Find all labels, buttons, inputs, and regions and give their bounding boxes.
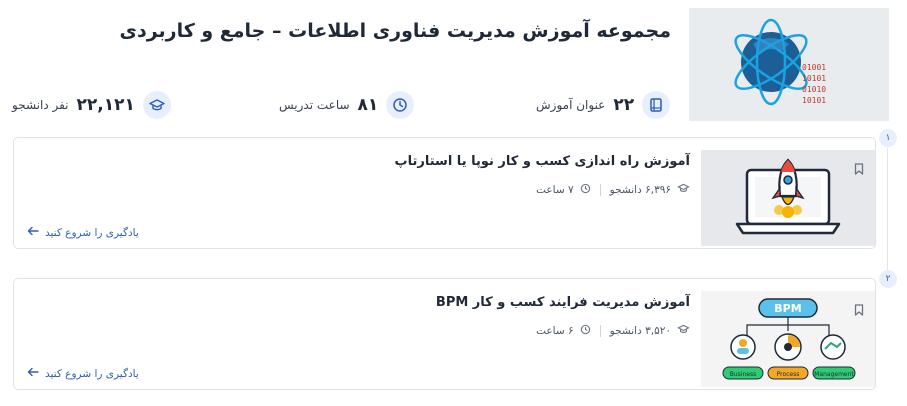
svg-text:10101: 10101 bbox=[802, 74, 826, 83]
stat-hours: ۸۱ ساعت تدریس bbox=[279, 90, 415, 120]
course-title[interactable]: آموزش راه اندازی کسب و کار نوپا یا استار… bbox=[395, 154, 690, 169]
course-card[interactable]: BPM Business Process Management آموزش مد… bbox=[13, 278, 876, 390]
stat-students-label: نفر دانشجو bbox=[12, 98, 69, 112]
clock-icon bbox=[580, 324, 591, 338]
stat-students-value: ۲۲,۱۲۱ bbox=[76, 95, 135, 115]
collection-cover-image: 01001 10101 01010 10101 bbox=[689, 8, 889, 121]
divider bbox=[599, 183, 601, 196]
stat-hours-value: ۸۱ bbox=[357, 95, 379, 115]
book-icon bbox=[642, 91, 671, 119]
course-index-badge: ۲ bbox=[879, 270, 897, 288]
stat-courses: ۲۲ عنوان آموزش bbox=[536, 90, 671, 120]
svg-text:01001: 01001 bbox=[802, 63, 826, 72]
start-learning-link[interactable]: یادگیری را شروع کنید bbox=[27, 367, 139, 380]
bookmark-icon[interactable] bbox=[854, 160, 864, 179]
stat-students: ۲۲,۱۲۱ نفر دانشجو bbox=[12, 90, 171, 120]
page-title: مجموعه آموزش مدیریت فناوری اطلاعات – جام… bbox=[119, 20, 671, 42]
course-students: ۳,۵۲۰ دانشجو bbox=[609, 324, 671, 337]
divider bbox=[599, 324, 601, 337]
course-thumbnail[interactable]: BPM Business Process Management bbox=[701, 291, 875, 387]
course-card[interactable]: آموزش راه اندازی کسب و کار نوپا یا استار… bbox=[13, 137, 876, 249]
svg-text:01010: 01010 bbox=[802, 85, 826, 94]
course-meta: ۶,۳۹۶ دانشجو ۷ ساعت bbox=[536, 182, 690, 197]
graduation-cap-icon bbox=[142, 91, 171, 119]
arrow-left-icon bbox=[27, 367, 39, 380]
stat-hours-label: ساعت تدریس bbox=[279, 98, 350, 112]
graduation-cap-icon bbox=[677, 323, 690, 338]
process-label: Process bbox=[777, 371, 800, 378]
clock-icon bbox=[386, 91, 415, 119]
stat-courses-value: ۲۲ bbox=[613, 95, 635, 115]
clock-icon bbox=[580, 183, 591, 197]
course-meta: ۳,۵۲۰ دانشجو ۶ ساعت bbox=[536, 323, 690, 338]
atom-binary-icon: 01001 10101 01010 10101 bbox=[734, 18, 826, 106]
arrow-left-icon bbox=[27, 226, 39, 239]
start-learning-label: یادگیری را شروع کنید bbox=[45, 226, 139, 239]
bpm-diagram-icon: BPM Business Process Management bbox=[722, 298, 856, 380]
timeline-line bbox=[887, 148, 888, 270]
graduation-cap-icon bbox=[677, 182, 690, 197]
course-duration: ۶ ساعت bbox=[536, 324, 574, 337]
bookmark-icon[interactable] bbox=[854, 301, 864, 320]
course-title[interactable]: آموزش مدیریت فرایند کسب و کار BPM bbox=[436, 295, 690, 310]
bpm-label: BPM bbox=[774, 302, 801, 315]
start-learning-link[interactable]: یادگیری را شروع کنید bbox=[27, 226, 139, 239]
svg-text:10101: 10101 bbox=[802, 96, 826, 105]
rocket-laptop-icon bbox=[735, 158, 841, 235]
start-learning-label: یادگیری را شروع کنید bbox=[45, 367, 139, 380]
business-label: Business bbox=[730, 371, 756, 378]
course-duration: ۷ ساعت bbox=[536, 183, 574, 196]
course-students: ۶,۳۹۶ دانشجو bbox=[609, 183, 671, 196]
course-thumbnail[interactable] bbox=[701, 150, 875, 246]
stat-courses-label: عنوان آموزش bbox=[536, 98, 606, 112]
course-index-badge: ۱ bbox=[879, 129, 897, 147]
management-label: Management bbox=[814, 371, 854, 378]
